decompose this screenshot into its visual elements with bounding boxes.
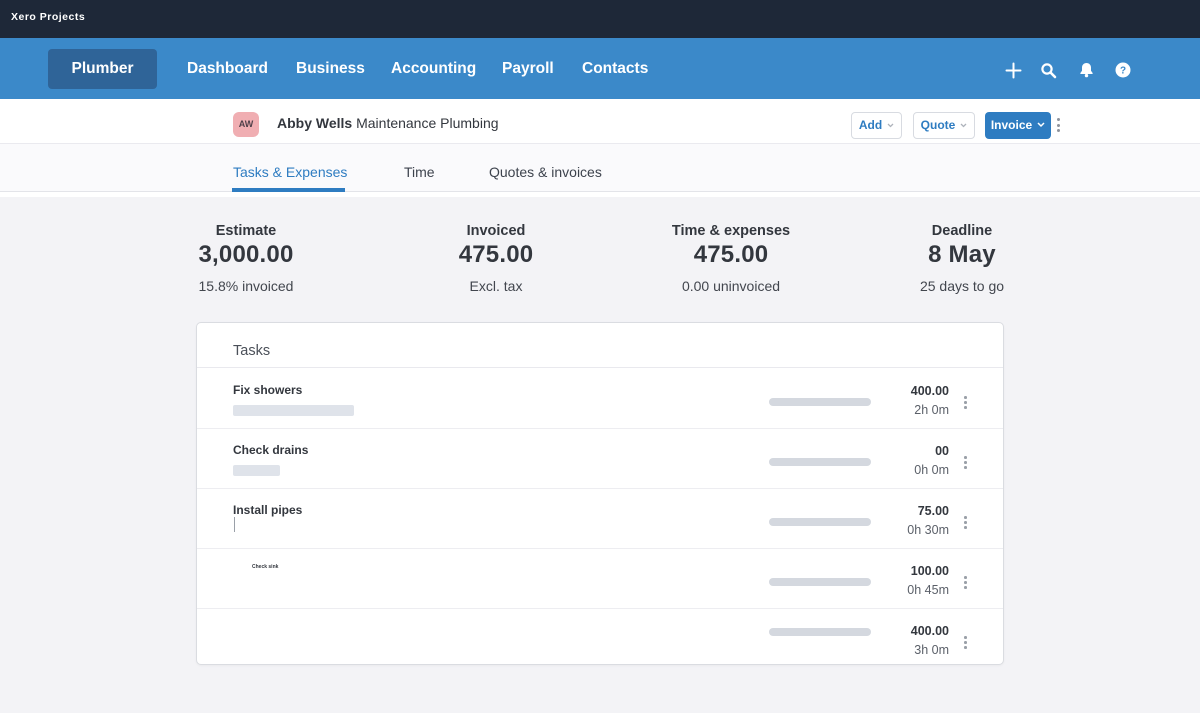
svg-text:?: ? xyxy=(1120,66,1126,77)
